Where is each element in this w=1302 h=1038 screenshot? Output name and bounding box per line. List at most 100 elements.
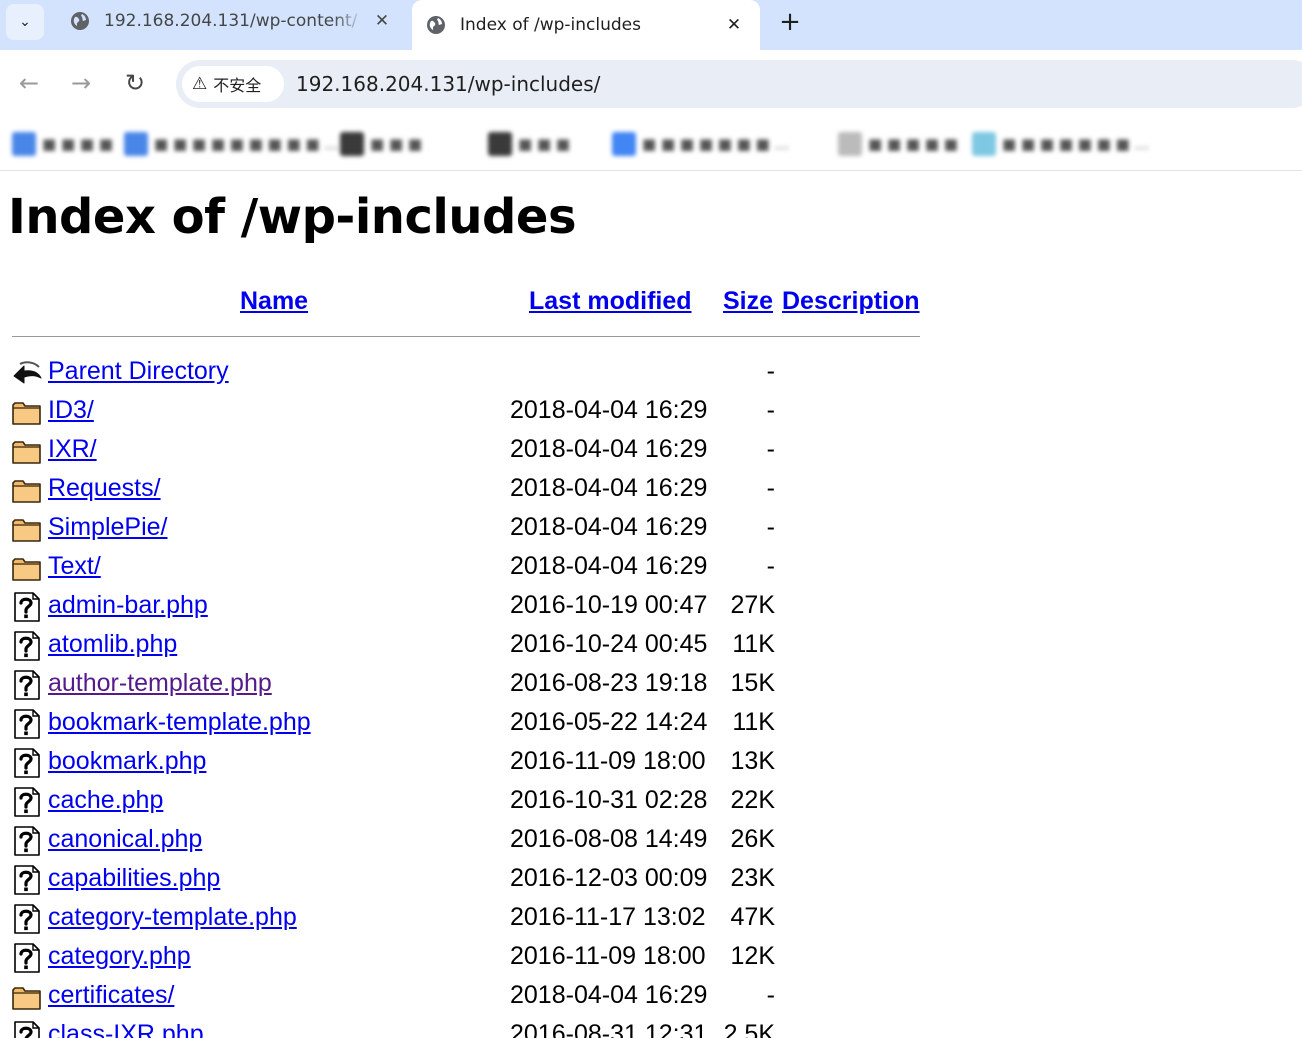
entry-link[interactable]: capabilities.php (48, 864, 220, 893)
bookmark-favicon-icon (124, 132, 148, 156)
chevron-down-icon: ⌄ (19, 14, 31, 30)
bookmark-favicon-icon (488, 132, 512, 156)
entry-size: 12K (730, 942, 775, 970)
column-header-name[interactable]: Name (240, 287, 308, 316)
entry-link[interactable]: SimplePie/ (48, 513, 168, 542)
listing-row: Text/2018-04-04 16:29 - (0, 549, 940, 588)
listing-row: SimplePie/2018-04-04 16:29 - (0, 510, 940, 549)
security-indicator[interactable]: ⚠ 不安全 (182, 66, 284, 102)
folder-icon (12, 558, 41, 581)
entry-last-modified: 2016-08-31 12:31 (510, 1020, 708, 1038)
entry-size: 11K (732, 630, 775, 658)
listing-row: Requests/2018-04-04 16:29 - (0, 471, 940, 510)
entry-link[interactable]: category-template.php (48, 903, 297, 932)
security-label: 不安全 (213, 76, 262, 95)
address-bar[interactable]: ⚠ 不安全 192.168.204.131/wp-includes/ (176, 60, 1302, 108)
entry-link[interactable]: bookmark.php (48, 747, 206, 776)
back-button[interactable]: ← (14, 68, 44, 98)
column-header-description[interactable]: Description (782, 287, 920, 316)
entry-last-modified: 2018-04-04 16:29 (510, 474, 708, 502)
entry-last-modified: 2016-08-08 14:49 (510, 825, 708, 853)
entry-link[interactable]: ID3/ (48, 396, 94, 425)
entry-link[interactable]: Requests/ (48, 474, 161, 503)
unknown-file-icon (14, 865, 40, 895)
close-tab-icon[interactable]: ✕ (722, 13, 746, 37)
entry-link[interactable]: certificates/ (48, 981, 174, 1010)
entry-size: 27K (730, 591, 775, 619)
page-title: Index of /wp-includes (8, 189, 577, 245)
listing-row: IXR/2018-04-04 16:29 - (0, 432, 940, 471)
bookmark-favicon-icon (12, 132, 36, 156)
entry-link[interactable]: Parent Directory (48, 357, 229, 386)
folder-icon (12, 987, 41, 1010)
entry-last-modified: 2016-12-03 00:09 (510, 864, 708, 892)
entry-link[interactable]: admin-bar.php (48, 591, 208, 620)
entry-size: 11K (732, 708, 775, 736)
entry-link[interactable]: cache.php (48, 786, 163, 815)
close-tab-icon[interactable]: ✕ (370, 9, 394, 33)
bookmark-item[interactable]: ■ ■ ■ (340, 132, 422, 156)
tab-title: Index of /wp-includes (460, 15, 641, 35)
entry-last-modified: 2016-11-17 13:02 (510, 903, 706, 931)
new-tab-button[interactable]: + (774, 6, 806, 38)
entry-last-modified: 2016-11-09 18:00 (510, 942, 706, 970)
entry-link[interactable]: Text/ (48, 552, 101, 581)
reload-button[interactable]: ↻ (120, 68, 150, 98)
entry-link[interactable]: atomlib.php (48, 630, 177, 659)
entry-link[interactable]: author-template.php (48, 669, 272, 698)
warning-icon: ⚠ (192, 74, 208, 94)
entry-size: 2.5K (723, 1020, 775, 1038)
entry-last-modified: 2016-05-22 14:24 (510, 708, 708, 736)
bookmark-favicon-icon (972, 132, 996, 156)
bookmark-label: ■ ■ ■ (518, 135, 571, 153)
header-divider (12, 336, 920, 337)
forward-button[interactable]: → (66, 68, 96, 98)
unknown-file-icon (14, 631, 40, 661)
listing-row: admin-bar.php 2016-10-19 00:47 27K (0, 588, 940, 627)
entry-size: 22K (730, 786, 775, 814)
entry-link[interactable]: canonical.php (48, 825, 202, 854)
unknown-file-icon (14, 787, 40, 817)
tab-search-button[interactable]: ⌄ (6, 4, 44, 40)
bookmark-label: ■ ■ ■ (370, 135, 423, 153)
entry-last-modified: 2018-04-04 16:29 (510, 435, 708, 463)
entry-size: 23K (730, 864, 775, 892)
tab-index-of-wp-includes[interactable]: Index of /wp-includes ✕ (412, 0, 760, 50)
listing-row: bookmark-template.php 2016-05-22 14:24 11K (0, 705, 940, 744)
bookmark-item[interactable]: ■ ■ ■ ■ ■ ■ ■ ... (972, 132, 1149, 156)
bookmark-item[interactable]: ■ ■ ■ (488, 132, 570, 156)
globe-icon (427, 16, 445, 34)
column-header-size[interactable]: Size (723, 287, 773, 316)
bookmark-item[interactable]: ■ ■ ■ ■ ■ ■ ■ ■ ■ ... (124, 132, 339, 156)
unknown-file-icon (14, 709, 40, 739)
folder-icon (12, 519, 41, 542)
bookmark-label: ■ ■ ■ ■ ■ ■ ■ ... (642, 135, 789, 153)
bookmark-item[interactable]: ■ ■ ■ ■ (12, 132, 113, 156)
url-text[interactable]: 192.168.204.131/wp-includes/ (296, 72, 600, 96)
bookmark-favicon-icon (612, 132, 636, 156)
entry-link[interactable]: category.php (48, 942, 191, 971)
entry-size: - (766, 435, 775, 463)
bookmark-item[interactable]: ■ ■ ■ ■ ■ (838, 132, 958, 156)
bookmark-label: ■ ■ ■ ■ ■ (868, 135, 958, 153)
entry-last-modified: 2018-04-04 16:29 (510, 552, 708, 580)
bookmark-favicon-icon (838, 132, 862, 156)
entry-size: 26K (730, 825, 775, 853)
unknown-file-icon (14, 748, 40, 778)
entry-link[interactable]: bookmark-template.php (48, 708, 311, 737)
listing-row: atomlib.php 2016-10-24 00:45 11K (0, 627, 940, 666)
column-header-last-modified[interactable]: Last modified (529, 287, 692, 316)
page-content: Index of /wp-includes Name Last modified… (0, 171, 1302, 1038)
entry-last-modified: 2018-04-04 16:29 (510, 513, 708, 541)
unknown-file-icon (14, 1021, 40, 1038)
listing-row: canonical.php 2016-08-08 14:49 26K (0, 822, 940, 861)
bookmark-item[interactable]: ■ ■ ■ ■ ■ ■ ■ ... (612, 132, 789, 156)
tab-wp-content[interactable]: 192.168.204.131/wp-content/ ✕ (56, 0, 408, 42)
entry-last-modified: 2016-10-19 00:47 (510, 591, 708, 619)
entry-link[interactable]: IXR/ (48, 435, 97, 464)
bookmark-favicon-icon (340, 132, 364, 156)
entry-size: 13K (730, 747, 775, 775)
entry-link[interactable]: class-IXR.php (48, 1020, 204, 1038)
entry-last-modified: 2016-11-09 18:00 (510, 747, 706, 775)
entry-size: - (766, 474, 775, 502)
